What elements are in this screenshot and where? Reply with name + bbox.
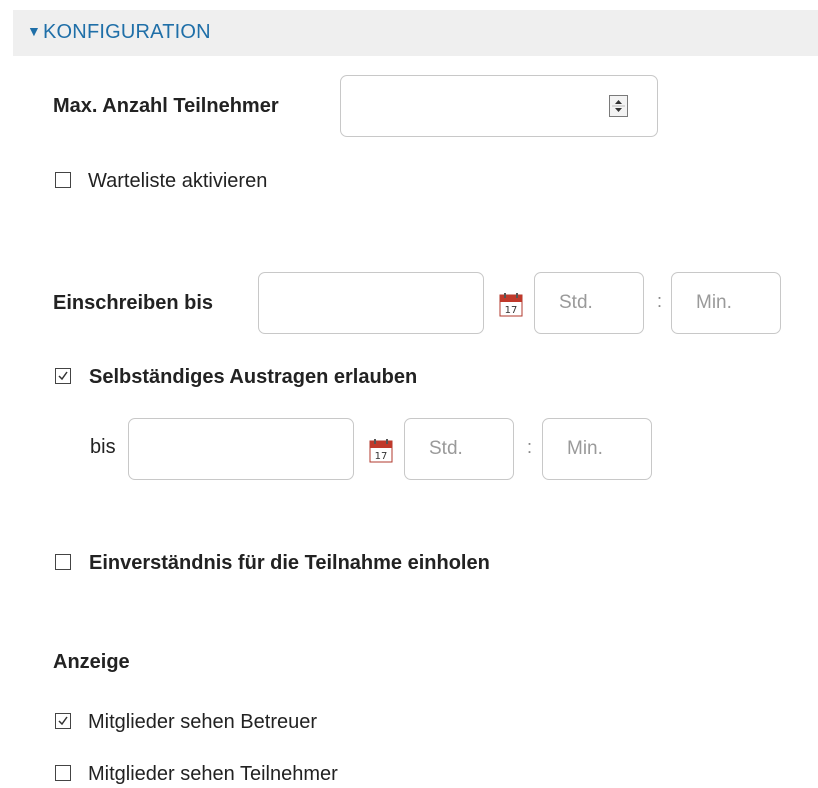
max-participants-label: Max. Anzahl Teilnehmer	[53, 95, 279, 117]
consent-checkbox[interactable]	[55, 554, 71, 570]
hour-placeholder: Std.	[559, 292, 593, 313]
until-label: bis	[90, 436, 116, 458]
waitlist-checkbox[interactable]	[55, 172, 71, 188]
max-participants-input[interactable]	[340, 75, 658, 137]
members-see-participants-label: Mitglieder sehen Teilnehmer	[88, 763, 338, 785]
enroll-until-hour-input[interactable]: Std.	[534, 272, 644, 334]
self-unenroll-label: Selbständiges Austragen erlauben	[89, 366, 418, 388]
self-unenroll-minute-input[interactable]: Min.	[542, 418, 652, 480]
svg-text:17: 17	[505, 305, 518, 316]
checkmark-icon	[58, 371, 68, 381]
enroll-until-label: Einschreiben bis	[53, 292, 214, 314]
members-see-participants-checkbox[interactable]	[55, 765, 71, 781]
calendar-icon[interactable]: 17	[369, 439, 393, 463]
calendar-icon[interactable]: 17	[499, 293, 523, 317]
consent-label: Einverständnis für die Teilnahme einhole…	[89, 552, 490, 574]
minute-placeholder: Min.	[696, 292, 732, 313]
svg-text:17: 17	[375, 451, 388, 462]
enroll-until-date-input[interactable]	[258, 272, 484, 334]
display-heading: Anzeige	[53, 651, 130, 673]
enroll-until-minute-input[interactable]: Min.	[671, 272, 781, 334]
members-see-supervisors-label: Mitglieder sehen Betreuer	[88, 711, 318, 733]
spinner-arrows-icon	[612, 100, 625, 112]
self-unenroll-hour-input[interactable]: Std.	[404, 418, 514, 480]
minute-placeholder: Min.	[567, 438, 603, 459]
waitlist-label: Warteliste aktivieren	[88, 170, 268, 192]
section-title: KONFIGURATION	[43, 21, 211, 43]
members-see-supervisors-checkbox[interactable]	[55, 713, 71, 729]
caret-down-icon: ▼	[27, 23, 41, 39]
time-separator: :	[657, 291, 663, 311]
self-unenroll-checkbox[interactable]	[55, 368, 71, 384]
number-spinner[interactable]	[609, 95, 628, 117]
checkmark-icon	[58, 716, 68, 726]
section-header-konfiguration[interactable]: ▼ KONFIGURATION	[13, 10, 818, 56]
time-separator: :	[527, 437, 533, 457]
hour-placeholder: Std.	[429, 438, 463, 459]
self-unenroll-date-input[interactable]	[128, 418, 354, 480]
